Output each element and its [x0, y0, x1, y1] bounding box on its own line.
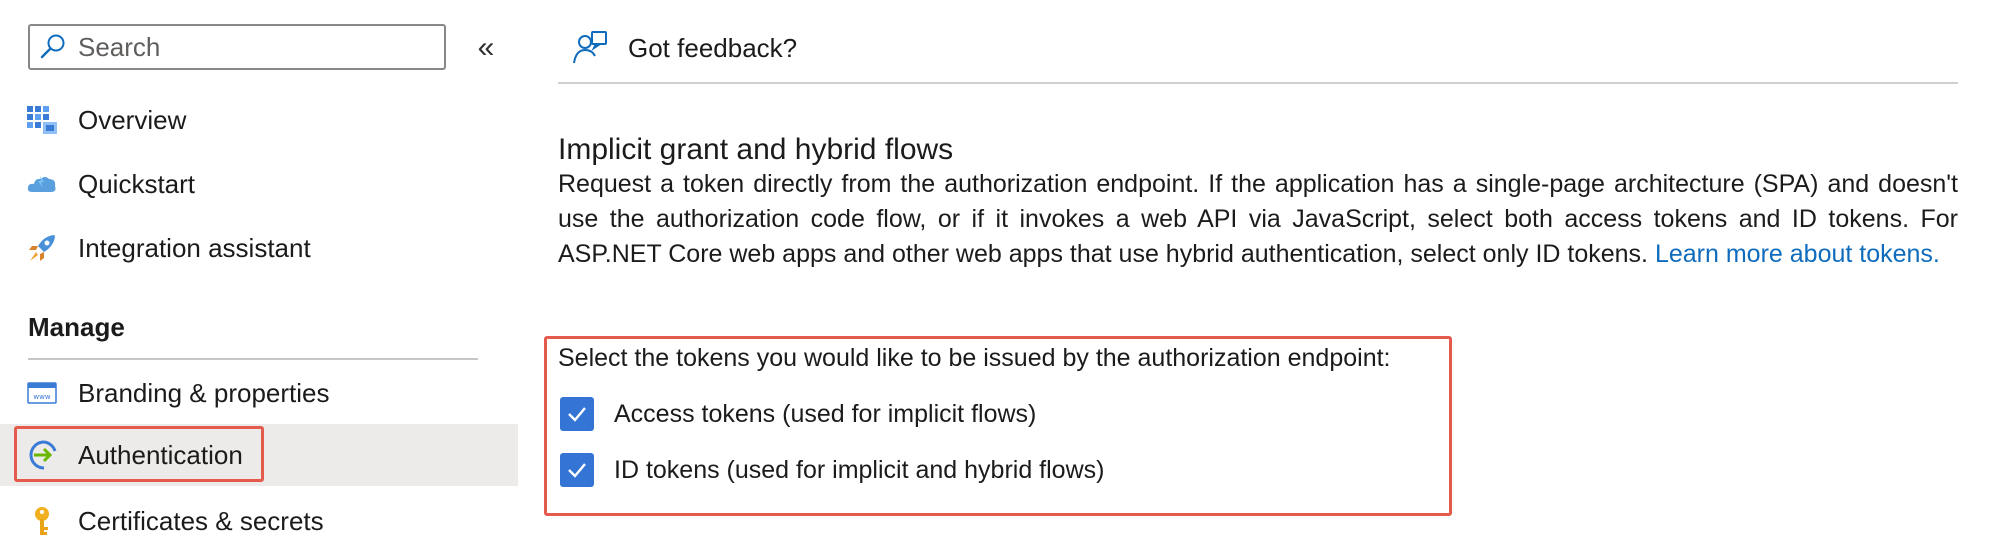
manage-section-header: Manage — [28, 312, 125, 342]
id-tokens-checkbox[interactable]: ID tokens (used for implicit and hybrid … — [560, 450, 1104, 490]
checkmark-icon — [568, 463, 586, 478]
sidebar: « Overview Quickstar — [0, 0, 520, 550]
sidebar-item-certificates-secrets[interactable]: Certificates & secrets — [0, 490, 518, 550]
section-title: Implicit grant and hybrid flows — [558, 132, 954, 166]
checkbox-label: ID tokens (used for implicit and hybrid … — [614, 455, 1105, 484]
main-content: Got feedback? Implicit grant and hybrid … — [544, 0, 1958, 550]
search-box[interactable] — [28, 24, 446, 70]
sidebar-item-label: Overview — [78, 104, 187, 135]
checkmark-icon — [568, 407, 586, 422]
learn-more-link[interactable]: Learn more about tokens. — [1655, 240, 1940, 268]
sidebar-item-branding-properties[interactable]: www Branding & properties — [0, 362, 518, 424]
feedback-person-icon — [573, 31, 607, 64]
section-description: Request a token directly from the author… — [558, 167, 1958, 272]
sidebar-item-label: Branding & properties — [78, 377, 330, 408]
key-icon — [35, 507, 49, 535]
highlight-outline-authentication — [14, 426, 264, 482]
checkbox-checked[interactable] — [560, 397, 594, 431]
token-prompt: Select the tokens you would like to be i… — [558, 344, 1391, 372]
sidebar-item-overview[interactable]: Overview — [0, 89, 518, 151]
overview-grid-icon — [27, 106, 57, 134]
rocket-icon — [29, 235, 55, 261]
svg-text:www: www — [33, 393, 50, 401]
search-input[interactable] — [78, 31, 418, 63]
toolbar-divider — [558, 82, 1958, 84]
collapse-sidebar-button[interactable]: « — [468, 28, 504, 68]
feedback-label: Got feedback? — [628, 32, 798, 63]
sidebar-item-label: Quickstart — [78, 168, 196, 199]
branding-www-icon: www — [27, 382, 57, 404]
sidebar-item-label: Certificates & secrets — [78, 505, 324, 536]
feedback-button[interactable]: Got feedback? — [572, 26, 797, 70]
sidebar-item-label: Integration assistant — [78, 232, 311, 263]
search-icon — [40, 34, 65, 59]
checkbox-label: Access tokens (used for implicit flows) — [614, 399, 1037, 428]
section-divider — [28, 358, 478, 360]
quickstart-cloud-icon — [27, 176, 56, 192]
sidebar-item-quickstart[interactable]: Quickstart — [0, 153, 518, 215]
double-chevron-left-icon: « — [477, 31, 495, 64]
checkbox-checked[interactable] — [560, 453, 594, 487]
app-window: « Overview Quickstar — [0, 0, 1996, 550]
access-tokens-checkbox[interactable]: Access tokens (used for implicit flows) — [560, 394, 1036, 434]
sidebar-item-integration-assistant[interactable]: Integration assistant — [0, 217, 518, 279]
